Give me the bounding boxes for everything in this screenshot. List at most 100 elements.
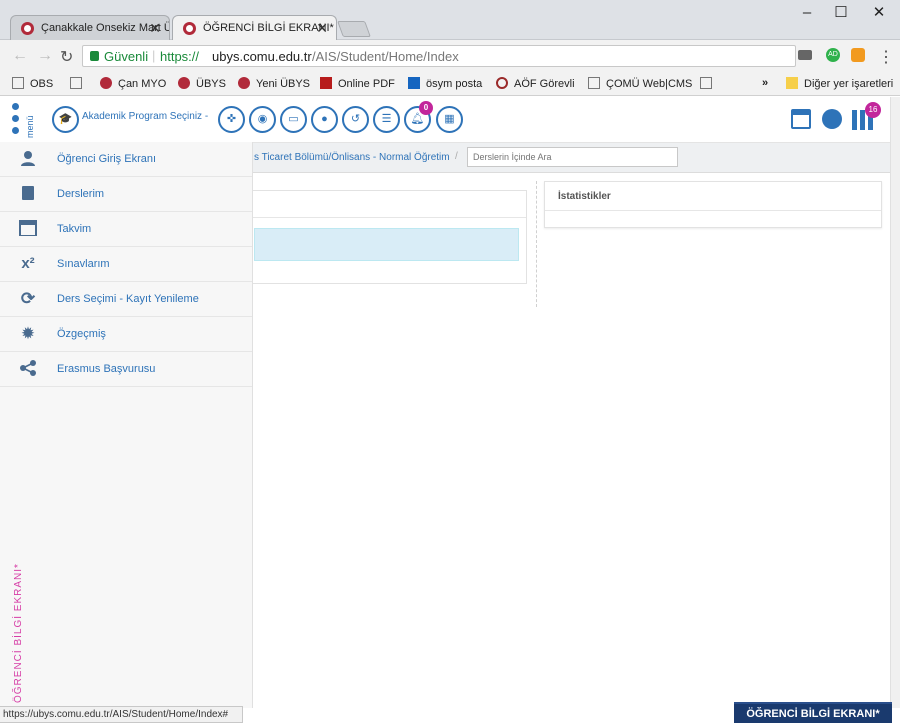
menu-dot-icon xyxy=(12,127,19,134)
menu-dot-icon xyxy=(12,115,19,122)
user-icon-button[interactable]: ● xyxy=(311,106,338,133)
sidebar-item-sinavlarim[interactable]: x² Sınavlarım xyxy=(0,247,252,282)
sidebar: Öğrenci Giriş Ekranı Derslerim Takvim x²… xyxy=(0,142,253,708)
superscript-icon: x² xyxy=(21,255,35,272)
bookmark-yeni-ubys[interactable]: Yeni ÜBYS xyxy=(238,77,310,90)
gear-icon: ✹ xyxy=(20,324,36,343)
comu-favicon-icon xyxy=(21,22,34,35)
secure-label: Güvenli xyxy=(104,49,149,64)
comu-icon xyxy=(100,77,112,89)
bookmark-can-myo[interactable]: Çan MYO xyxy=(100,77,166,90)
panel-divider xyxy=(545,210,881,211)
program-select[interactable]: Akademik Program Seçiniz - xyxy=(82,111,208,122)
browser-titlebar: Çanakkale Onsekiz Mart Ü ✕ ÖĞRENCİ BİLGİ… xyxy=(0,0,900,41)
menu-label: menü xyxy=(25,115,35,138)
close-window-button[interactable]: ✕ xyxy=(864,2,894,24)
sidebar-item-ogrenci-giris[interactable]: Öğrenci Giriş Ekranı xyxy=(0,142,252,177)
info-alert xyxy=(254,228,519,261)
sidebar-item-label: Erasmus Başvurusu xyxy=(57,363,156,375)
credit-card-icon-button[interactable]: ▭ xyxy=(280,106,307,133)
sidebar-item-derslerim[interactable]: Derslerim xyxy=(0,177,252,212)
comu-icon xyxy=(178,77,190,89)
refresh-icon: ⟳ xyxy=(20,289,36,308)
bookmarks-bar: OBS Çan MYO ÜBYS Yeni ÜBYS Online PDF ös… xyxy=(0,72,900,96)
calendar-icon[interactable] xyxy=(791,109,811,129)
folder-icon xyxy=(786,77,798,89)
bookmark-obs[interactable]: OBS xyxy=(12,77,53,90)
brand-badge: ÖĞRENCİ BİLGİ EKRANI* xyxy=(734,702,892,723)
stats-title: İstatistikler xyxy=(558,191,611,202)
tab-close-icon[interactable]: ✕ xyxy=(149,20,161,37)
sidebar-item-takvim[interactable]: Takvim xyxy=(0,212,252,247)
url-scheme: https:// xyxy=(160,49,200,64)
sidebar-item-erasmus[interactable]: Erasmus Başvurusu xyxy=(0,352,252,387)
lock-icon xyxy=(90,51,99,61)
tab-ogrenci[interactable]: ÖĞRENCİ BİLGİ EKRANI* ✕ xyxy=(172,15,337,41)
sidebar-item-label: Sınavlarım xyxy=(57,258,110,270)
extension-icon[interactable] xyxy=(851,48,865,62)
share-icon xyxy=(18,360,38,378)
pdf-icon xyxy=(320,77,332,89)
comu-icon xyxy=(238,77,250,89)
menu-toggle[interactable]: menü xyxy=(12,103,36,138)
calendar-icon-button[interactable]: ▦ xyxy=(436,106,463,133)
user-icon xyxy=(18,150,38,168)
compass-icon-button[interactable]: ✜ xyxy=(218,106,245,133)
content-panel xyxy=(245,190,527,284)
chrome-menu-icon[interactable]: ⋮ xyxy=(878,47,894,67)
bookmark-blank-2[interactable] xyxy=(700,77,718,90)
bookmark-ubys[interactable]: ÜBYS xyxy=(178,77,226,90)
breadcrumb-program[interactable]: s Ticaret Bölümü/Önlisans - Normal Öğret… xyxy=(254,152,450,163)
calendar-icon xyxy=(18,220,38,238)
bookmarks-overflow[interactable]: » xyxy=(762,77,768,89)
address-bar[interactable]: Güvenli | https:// ubys.comu.edu.tr /AIS… xyxy=(82,45,796,67)
minimize-button[interactable]: – xyxy=(792,2,822,24)
history-icon-button[interactable]: ↺ xyxy=(342,106,369,133)
aof-icon xyxy=(496,77,508,89)
sidebar-item-label: Özgeçmiş xyxy=(57,328,106,340)
new-tab-button[interactable] xyxy=(337,21,371,37)
page-icon xyxy=(700,77,712,89)
stats-panel: İstatistikler xyxy=(544,181,882,228)
bookmark-other[interactable]: Diğer yer işaretleri xyxy=(786,77,893,90)
tab-comu[interactable]: Çanakkale Onsekiz Mart Ü ✕ xyxy=(10,15,170,41)
status-url: https://ubys.comu.edu.tr/AIS/Student/Hom… xyxy=(0,706,243,723)
globe-icon[interactable] xyxy=(822,109,842,129)
outlook-icon xyxy=(408,77,420,89)
graduation-cap-icon[interactable]: 🎓 xyxy=(52,106,79,133)
omnibox-divider: | xyxy=(152,48,156,63)
page-icon xyxy=(70,77,82,89)
url-host: ubys.comu.edu.tr xyxy=(212,49,312,64)
reload-button[interactable]: ↻ xyxy=(60,47,73,67)
page-icon xyxy=(12,77,24,89)
bookmark-osym-posta[interactable]: ösym posta xyxy=(408,77,482,90)
bookmark-blank[interactable] xyxy=(70,77,88,90)
sidebar-item-label: Derslerim xyxy=(57,188,105,200)
bookmark-online-pdf[interactable]: Online PDF xyxy=(320,77,395,90)
tab-close-icon[interactable]: ✕ xyxy=(316,20,328,37)
column-divider xyxy=(536,181,537,307)
sidebar-item-label: Öğrenci Giriş Ekranı xyxy=(57,153,157,165)
bookmark-aof[interactable]: AÖF Görevli xyxy=(496,77,575,90)
document-icon-button[interactable]: ☰ xyxy=(373,106,400,133)
url-path: /AIS/Student/Home/Index xyxy=(312,49,459,64)
sidebar-item-label: Ders Seçimi - Kayıt Yenileme xyxy=(57,293,199,305)
eye-icon-button[interactable]: ◉ xyxy=(249,106,276,133)
panel-divider xyxy=(246,217,526,218)
back-button[interactable]: ← xyxy=(12,47,28,65)
book-icon xyxy=(18,185,38,203)
bookmark-comu-web[interactable]: ÇOMÜ Web|CMS xyxy=(588,77,692,90)
forward-button[interactable]: → xyxy=(37,47,53,65)
sidebar-item-ozgecmis[interactable]: ✹ Özgeçmiş xyxy=(0,317,252,352)
tab-title: ÖĞRENCİ BİLGİ EKRANI* xyxy=(203,22,334,34)
maximize-button[interactable]: ☐ xyxy=(826,2,856,24)
breadcrumb-separator: / xyxy=(455,151,458,162)
camera-icon[interactable] xyxy=(798,50,812,60)
vertical-page-label: ÖĞRENCİ BİLGİ EKRANI* xyxy=(13,563,24,703)
page-scrollbar[interactable] xyxy=(890,97,900,708)
adblock-icon[interactable]: AD xyxy=(826,48,840,62)
sidebar-item-ders-secimi[interactable]: ⟳ Ders Seçimi - Kayıt Yenileme xyxy=(0,282,252,317)
course-search-input[interactable] xyxy=(467,147,678,167)
comu-favicon-icon xyxy=(183,22,196,35)
apps-badge: 16 xyxy=(865,102,881,118)
